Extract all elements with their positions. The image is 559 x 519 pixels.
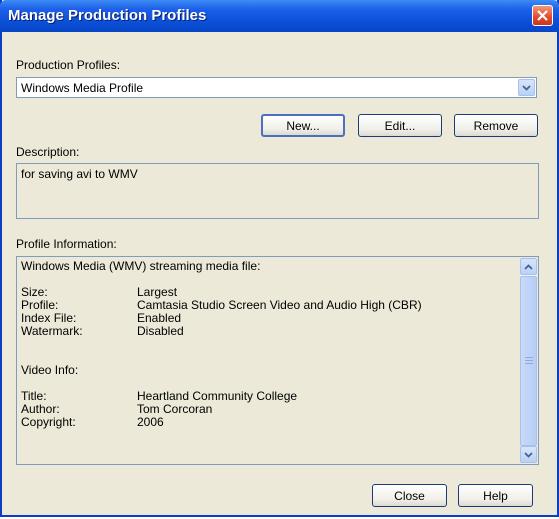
video-info-row: Title: Heartland Community College [21, 389, 298, 403]
profile-select[interactable]: Windows Media Profile [16, 77, 537, 98]
close-window-button[interactable] [532, 5, 553, 26]
profile-info-header: Windows Media (WMV) streaming media file… [21, 259, 261, 273]
edit-profile-button[interactable]: Edit... [358, 114, 442, 137]
profile-info-label: Profile Information: [16, 237, 117, 251]
profile-info-box[interactable]: Windows Media (WMV) streaming media file… [16, 256, 539, 465]
description-label: Description: [16, 145, 80, 159]
close-button[interactable]: Close [372, 484, 447, 507]
description-text: for saving avi to WMV [21, 167, 138, 181]
chevron-down-icon [524, 451, 533, 458]
scroll-down-button[interactable] [520, 446, 537, 463]
profile-select-value: Windows Media Profile [21, 81, 144, 95]
new-profile-button[interactable]: New... [261, 114, 345, 137]
profiles-label: Production Profiles: [16, 58, 121, 72]
remove-profile-button[interactable]: Remove [454, 114, 538, 137]
title-bar[interactable]: Manage Production Profiles [0, 0, 559, 32]
chevron-down-icon [522, 84, 531, 91]
dialog-window: Manage Production Profiles Production Pr… [0, 0, 559, 517]
profile-info-content: Windows Media (WMV) streaming media file… [21, 260, 422, 429]
scroll-up-button[interactable] [520, 258, 537, 275]
video-info-row: Copyright: 2006 [21, 415, 164, 429]
close-icon [537, 10, 548, 21]
window-title: Manage Production Profiles [8, 7, 207, 24]
vertical-scrollbar[interactable] [520, 258, 537, 463]
help-button[interactable]: Help [458, 484, 533, 507]
info-row: Profile: Camtasia Studio Screen Video and… [21, 298, 422, 312]
scroll-thumb[interactable] [520, 276, 537, 446]
profile-select-dropdown-button[interactable] [518, 79, 535, 96]
description-field[interactable]: for saving avi to WMV [16, 163, 539, 219]
info-row: Watermark: Disabled [21, 324, 184, 338]
video-info-header: Video Info: [21, 363, 79, 377]
chevron-up-icon [524, 263, 533, 270]
video-info-row: Author: Tom Corcoran [21, 402, 213, 416]
